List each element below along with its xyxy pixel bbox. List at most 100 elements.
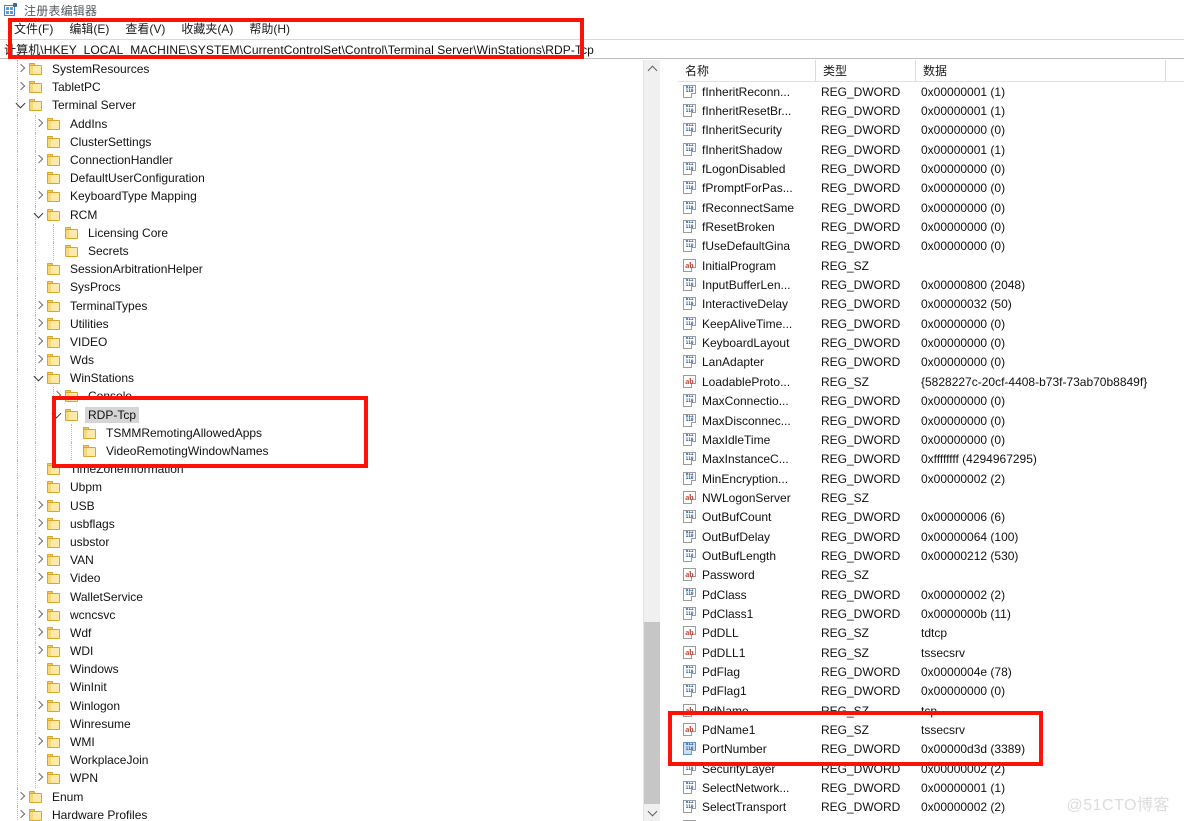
value-row[interactable]: ab PdDLL1 REG_SZ tssecsrv — [678, 643, 1184, 662]
chevron-down-icon[interactable] — [14, 96, 29, 114]
scroll-down-arrow-icon[interactable] — [644, 804, 660, 821]
tree-node-winlogon[interactable]: Winlogon — [0, 696, 660, 715]
tree-node-timezoneinformation[interactable]: TimeZoneInformation — [0, 460, 660, 479]
pane-splitter[interactable] — [660, 60, 678, 821]
chevron-right-icon[interactable] — [50, 387, 65, 405]
value-row[interactable]: 011 110 fPromptForPas... REG_DWORD 0x0000000… — [678, 179, 1184, 198]
value-row[interactable]: 011 110 MaxInstanceC... REG_DWORD 0xffffffff… — [678, 450, 1184, 469]
chevron-right-icon[interactable] — [32, 351, 47, 369]
value-row[interactable]: 011 110 fReconnectSame REG_DWORD 0x00000000 … — [678, 198, 1184, 217]
value-row[interactable]: ab LoadableProto... REG_SZ {5828227c-20cf-4… — [678, 372, 1184, 391]
tree-node-hardware-profiles[interactable]: Hardware Profiles — [0, 805, 660, 821]
scroll-up-arrow-icon[interactable] — [644, 60, 660, 77]
chevron-down-icon[interactable] — [32, 369, 47, 387]
registry-values-list[interactable]: 名称 类型 数据 011 110 fInheritReconn... REG_DWOR… — [678, 60, 1184, 821]
chevron-right-icon[interactable] — [32, 333, 47, 351]
tree-node-wdf[interactable]: Wdf — [0, 623, 660, 642]
tree-node-usbflags[interactable]: usbflags — [0, 514, 660, 533]
value-row[interactable]: 011 110 PdFlag REG_DWORD 0x0000004e (78) — [678, 662, 1184, 681]
value-row[interactable]: 011 110 fInheritShadow REG_DWORD 0x00000001 … — [678, 140, 1184, 159]
value-row[interactable]: 011 110 KeepAliveTime... REG_DWORD 0x0000000… — [678, 314, 1184, 333]
value-row[interactable]: 011110ShadowREG_DWORD0x00000001 (1) — [678, 817, 1184, 821]
value-row[interactable]: 011 110 fInheritResetBr... REG_DWORD 0x00000… — [678, 101, 1184, 120]
value-row[interactable]: 011 110 InteractiveDelay REG_DWORD 0x0000003… — [678, 295, 1184, 314]
tree-node-rdp-tcp[interactable]: RDP-Tcp — [0, 405, 660, 424]
value-row[interactable]: 011 110 fInheritReconn... REG_DWORD 0x000000… — [678, 82, 1184, 101]
address-input[interactable] — [0, 40, 1184, 58]
chevron-right-icon[interactable] — [32, 769, 47, 787]
chevron-right-icon[interactable] — [32, 151, 47, 169]
tree-node-terminaltypes[interactable]: TerminalTypes — [0, 296, 660, 315]
tree-node-tsmmremotingallowedapps[interactable]: TSMMRemotingAllowedApps — [0, 423, 660, 442]
tree-node-winresume[interactable]: Winresume — [0, 714, 660, 733]
tree-scroll-area[interactable]: SystemResources TabletPC Terminal Server Ad… — [0, 60, 660, 821]
tree-node-clustersettings[interactable]: ClusterSettings — [0, 132, 660, 151]
value-row[interactable]: 011 110 InputBufferLen... REG_DWORD 0x000008… — [678, 275, 1184, 294]
menu-item-3[interactable]: 收藏夹(A) — [173, 19, 241, 38]
value-row[interactable]: 011 110 fLogonDisabled REG_DWORD 0x00000000 … — [678, 159, 1184, 178]
tree-node-video[interactable]: Video — [0, 569, 660, 588]
column-header-type[interactable]: 类型 — [816, 60, 916, 82]
tree-node-rcm[interactable]: RCM — [0, 205, 660, 224]
value-row[interactable]: 011 110 PdClass REG_DWORD 0x00000002 (2) — [678, 585, 1184, 604]
tree-node-sysprocs[interactable]: SysProcs — [0, 278, 660, 297]
tree-node-video[interactable]: VIDEO — [0, 332, 660, 351]
menu-item-2[interactable]: 查看(V) — [117, 19, 173, 38]
chevron-right-icon[interactable] — [32, 533, 47, 551]
tree-node-usb[interactable]: USB — [0, 496, 660, 515]
chevron-right-icon[interactable] — [32, 569, 47, 587]
value-row[interactable]: 011 110 fUseDefaultGina REG_DWORD 0x00000000… — [678, 237, 1184, 256]
tree-node-terminal-server[interactable]: Terminal Server — [0, 96, 660, 115]
value-row[interactable]: ab Password REG_SZ — [678, 566, 1184, 585]
tree-node-wdi[interactable]: WDI — [0, 642, 660, 661]
menu-item-4[interactable]: 帮助(H) — [241, 19, 298, 38]
registry-key-tree[interactable]: SystemResources TabletPC Terminal Server Ad… — [0, 60, 660, 821]
value-row[interactable]: 011 110 fResetBroken REG_DWORD 0x00000000 (0… — [678, 217, 1184, 236]
value-row[interactable]: ab PdDLL REG_SZ tdtcp — [678, 624, 1184, 643]
value-row[interactable]: 011 110 OutBufCount REG_DWORD 0x00000006 (6) — [678, 508, 1184, 527]
value-row[interactable]: 011 110 MinEncryption... REG_DWORD 0x0000000… — [678, 469, 1184, 488]
value-row[interactable]: ab PdName1 REG_SZ tssecsrv — [678, 720, 1184, 739]
chevron-right-icon[interactable] — [32, 606, 47, 624]
value-row[interactable]: 011 110 LanAdapter REG_DWORD 0x00000000 (0) — [678, 353, 1184, 372]
value-row[interactable]: 011 110 MaxDisconnec... REG_DWORD 0x00000000… — [678, 411, 1184, 430]
tree-node-van[interactable]: VAN — [0, 551, 660, 570]
chevron-right-icon[interactable] — [32, 733, 47, 751]
tree-node-wmi[interactable]: WMI — [0, 732, 660, 752]
value-row[interactable]: 011 110 KeyboardLayout REG_DWORD 0x00000000 … — [678, 333, 1184, 352]
tree-vertical-scrollbar[interactable] — [643, 60, 660, 821]
chevron-right-icon[interactable] — [32, 297, 47, 315]
chevron-right-icon[interactable] — [32, 187, 47, 205]
value-row[interactable]: 011 110 SecurityLayer REG_DWORD 0x00000002 (… — [678, 759, 1184, 778]
tree-node-secrets[interactable]: Secrets — [0, 241, 660, 261]
tree-node-licensing-core[interactable]: Licensing Core — [0, 223, 660, 242]
chevron-right-icon[interactable] — [32, 642, 47, 660]
tree-node-walletservice[interactable]: WalletService — [0, 587, 660, 606]
value-row[interactable]: 011 110 PortNumber REG_DWORD 0x00000d3d (338… — [678, 740, 1184, 759]
tree-node-enum[interactable]: Enum — [0, 787, 660, 806]
column-header-data[interactable]: 数据 — [916, 60, 1166, 82]
tree-node-workplacejoin[interactable]: WorkplaceJoin — [0, 751, 660, 770]
tree-node-ubpm[interactable]: Ubpm — [0, 478, 660, 497]
tree-node-utilities[interactable]: Utilities — [0, 314, 660, 333]
column-header-name[interactable]: 名称 — [678, 60, 816, 82]
tree-node-defaultuserconfiguration[interactable]: DefaultUserConfiguration — [0, 169, 660, 188]
tree-node-systemresources[interactable]: SystemResources — [0, 60, 660, 79]
chevron-right-icon[interactable] — [14, 806, 29, 821]
chevron-right-icon[interactable] — [32, 624, 47, 642]
tree-node-videoremotingwindownames[interactable]: VideoRemotingWindowNames — [0, 441, 660, 461]
chevron-down-icon[interactable] — [32, 206, 47, 224]
chevron-right-icon[interactable] — [32, 497, 47, 515]
tree-node-windows[interactable]: Windows — [0, 660, 660, 679]
chevron-right-icon[interactable] — [32, 551, 47, 569]
value-row[interactable]: 011 110 OutBufDelay REG_DWORD 0x00000064 (10… — [678, 527, 1184, 546]
tree-node-connectionhandler[interactable]: ConnectionHandler — [0, 150, 660, 170]
menu-item-0[interactable]: 文件(F) — [6, 19, 61, 38]
chevron-right-icon[interactable] — [32, 515, 47, 533]
chevron-right-icon[interactable] — [14, 78, 29, 96]
value-row[interactable]: ab InitialProgram REG_SZ — [678, 256, 1184, 275]
tree-node-winstations[interactable]: WinStations — [0, 369, 660, 388]
tree-node-wpn[interactable]: WPN — [0, 769, 660, 788]
value-row[interactable]: 011 110 PdFlag1 REG_DWORD 0x00000000 (0) — [678, 682, 1184, 701]
value-row[interactable]: 011 110 MaxIdleTime REG_DWORD 0x00000000 (0) — [678, 430, 1184, 449]
